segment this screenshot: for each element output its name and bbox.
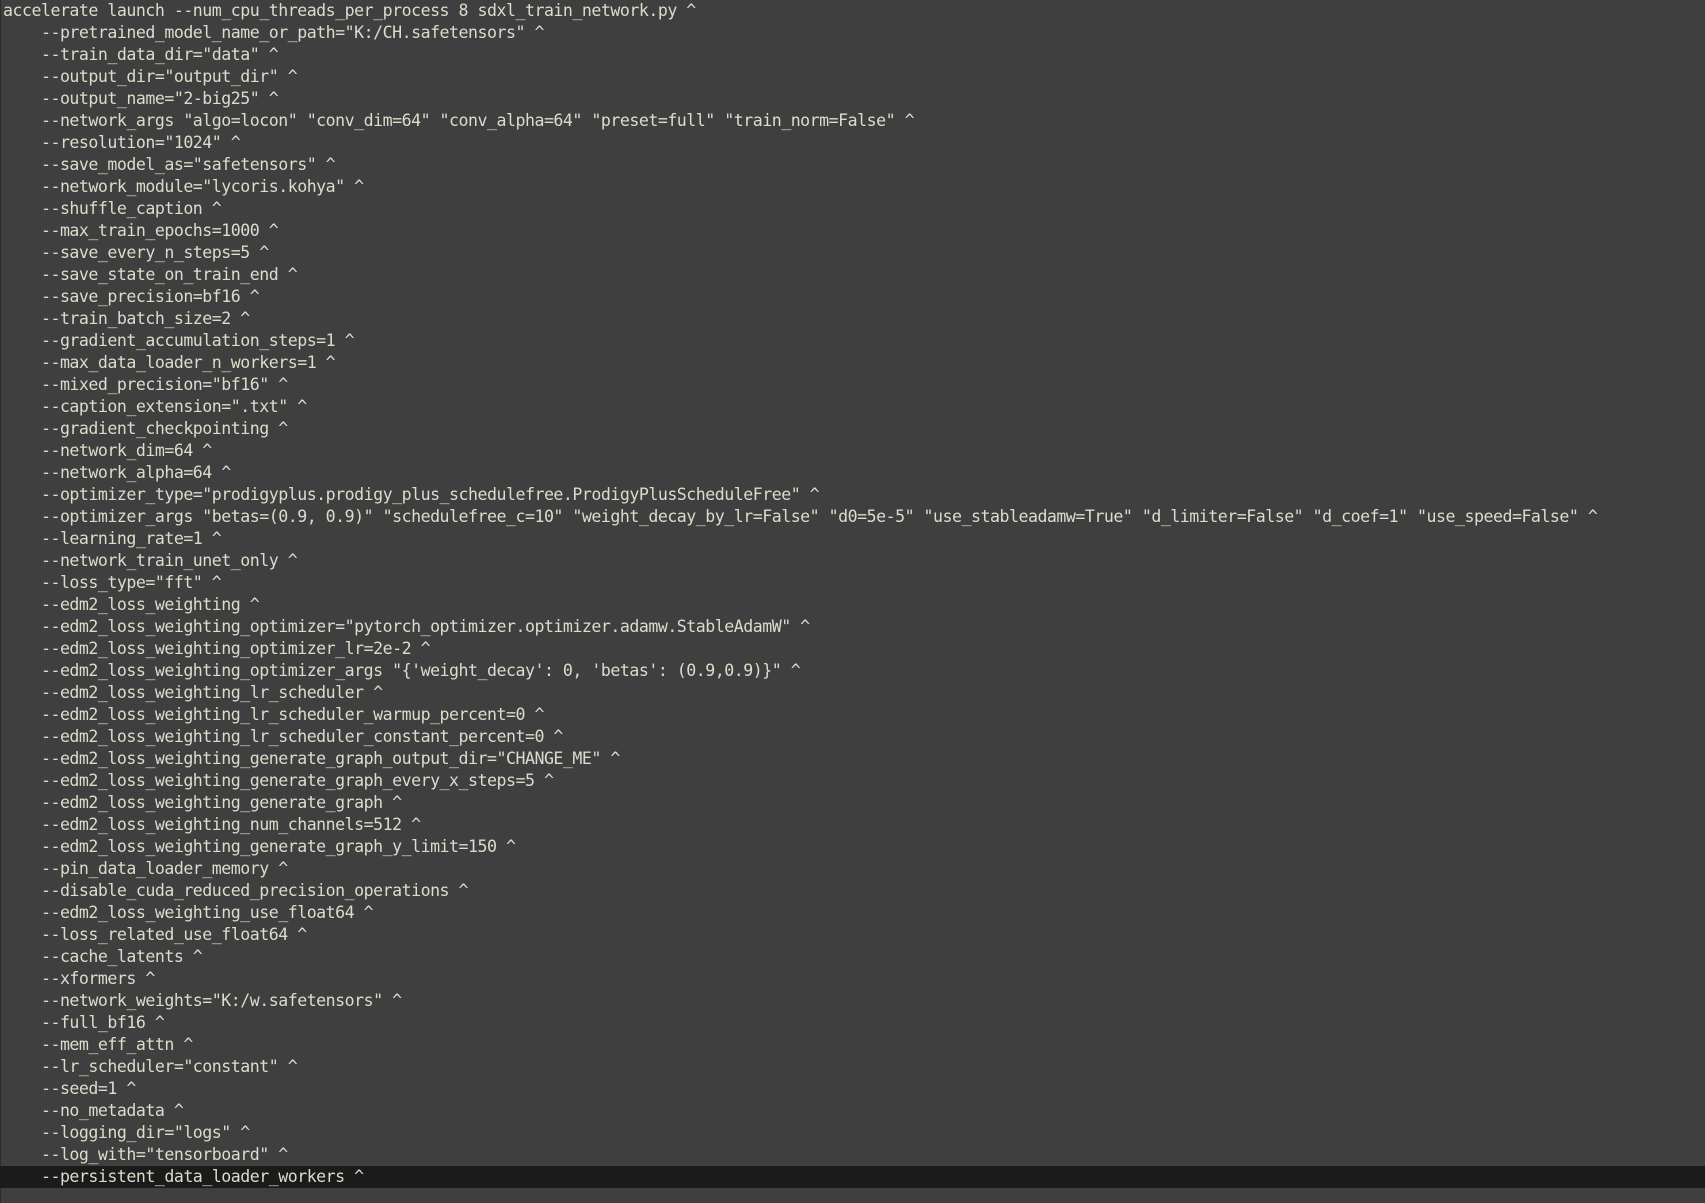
editor-left-border	[0, 0, 1, 1203]
code-line[interactable]: --edm2_loss_weighting_optimizer="pytorch…	[3, 616, 1705, 638]
code-line[interactable]: --network_module="lycoris.kohya" ^	[3, 176, 1705, 198]
code-line[interactable]: --gradient_accumulation_steps=1 ^	[3, 330, 1705, 352]
code-area[interactable]: accelerate launch --num_cpu_threads_per_…	[0, 0, 1705, 1188]
code-line[interactable]: --optimizer_args "betas=(0.9, 0.9)" "sch…	[3, 506, 1705, 528]
code-line[interactable]: --save_every_n_steps=5 ^	[3, 242, 1705, 264]
code-line[interactable]: --pretrained_model_name_or_path="K:/CH.s…	[3, 22, 1705, 44]
code-line[interactable]: --pin_data_loader_memory ^	[3, 858, 1705, 880]
code-line[interactable]: --edm2_loss_weighting_use_float64 ^	[3, 902, 1705, 924]
code-line[interactable]: --max_train_epochs=1000 ^	[3, 220, 1705, 242]
code-line[interactable]: --save_model_as="safetensors" ^	[3, 154, 1705, 176]
code-line[interactable]: --logging_dir="logs" ^	[3, 1122, 1705, 1144]
code-line[interactable]: --lr_scheduler="constant" ^	[3, 1056, 1705, 1078]
code-line[interactable]: --network_train_unet_only ^	[3, 550, 1705, 572]
current-code-line[interactable]: --persistent_data_loader_workers ^	[0, 1166, 1705, 1188]
code-line[interactable]: --edm2_loss_weighting_lr_scheduler_const…	[3, 726, 1705, 748]
code-line[interactable]: --seed=1 ^	[3, 1078, 1705, 1100]
code-line[interactable]: --save_state_on_train_end ^	[3, 264, 1705, 286]
code-line[interactable]: --disable_cuda_reduced_precision_operati…	[3, 880, 1705, 902]
code-editor[interactable]: accelerate launch --num_cpu_threads_per_…	[0, 0, 1705, 1203]
code-line[interactable]: --output_name="2-big25" ^	[3, 88, 1705, 110]
code-line[interactable]: --network_args "algo=locon" "conv_dim=64…	[3, 110, 1705, 132]
code-line[interactable]: --cache_latents ^	[3, 946, 1705, 968]
code-line[interactable]: --loss_related_use_float64 ^	[3, 924, 1705, 946]
code-line[interactable]: --edm2_loss_weighting_generate_graph_out…	[3, 748, 1705, 770]
code-line[interactable]: --shuffle_caption ^	[3, 198, 1705, 220]
code-line[interactable]: --network_alpha=64 ^	[3, 462, 1705, 484]
code-line[interactable]: --mixed_precision="bf16" ^	[3, 374, 1705, 396]
code-line[interactable]: --learning_rate=1 ^	[3, 528, 1705, 550]
code-line[interactable]: --edm2_loss_weighting_lr_scheduler_warmu…	[3, 704, 1705, 726]
code-line[interactable]: --train_data_dir="data" ^	[3, 44, 1705, 66]
code-line[interactable]: --train_batch_size=2 ^	[3, 308, 1705, 330]
code-line[interactable]: --save_precision=bf16 ^	[3, 286, 1705, 308]
code-line[interactable]: --full_bf16 ^	[3, 1012, 1705, 1034]
code-line[interactable]: --max_data_loader_n_workers=1 ^	[3, 352, 1705, 374]
code-line[interactable]: --gradient_checkpointing ^	[3, 418, 1705, 440]
code-line[interactable]: --edm2_loss_weighting_optimizer_lr=2e-2 …	[3, 638, 1705, 660]
code-line[interactable]: accelerate launch --num_cpu_threads_per_…	[3, 0, 1705, 22]
code-line[interactable]: --edm2_loss_weighting_num_channels=512 ^	[3, 814, 1705, 836]
code-line[interactable]: --mem_eff_attn ^	[3, 1034, 1705, 1056]
code-line[interactable]: --network_weights="K:/w.safetensors" ^	[3, 990, 1705, 1012]
code-line[interactable]: --edm2_loss_weighting_generate_graph_eve…	[3, 770, 1705, 792]
code-line[interactable]: --edm2_loss_weighting_optimizer_args "{'…	[3, 660, 1705, 682]
code-line[interactable]: --edm2_loss_weighting_lr_scheduler ^	[3, 682, 1705, 704]
code-line[interactable]: --caption_extension=".txt" ^	[3, 396, 1705, 418]
code-line[interactable]: --resolution="1024" ^	[3, 132, 1705, 154]
code-line[interactable]: --edm2_loss_weighting ^	[3, 594, 1705, 616]
code-line[interactable]: --optimizer_type="prodigyplus.prodigy_pl…	[3, 484, 1705, 506]
code-line[interactable]: --output_dir="output_dir" ^	[3, 66, 1705, 88]
code-line[interactable]: --xformers ^	[3, 968, 1705, 990]
code-line[interactable]: --loss_type="fft" ^	[3, 572, 1705, 594]
code-line[interactable]: --edm2_loss_weighting_generate_graph_y_l…	[3, 836, 1705, 858]
code-line[interactable]: --log_with="tensorboard" ^	[3, 1144, 1705, 1166]
code-line[interactable]: --network_dim=64 ^	[3, 440, 1705, 462]
code-line[interactable]: --edm2_loss_weighting_generate_graph ^	[3, 792, 1705, 814]
code-line[interactable]: --no_metadata ^	[3, 1100, 1705, 1122]
